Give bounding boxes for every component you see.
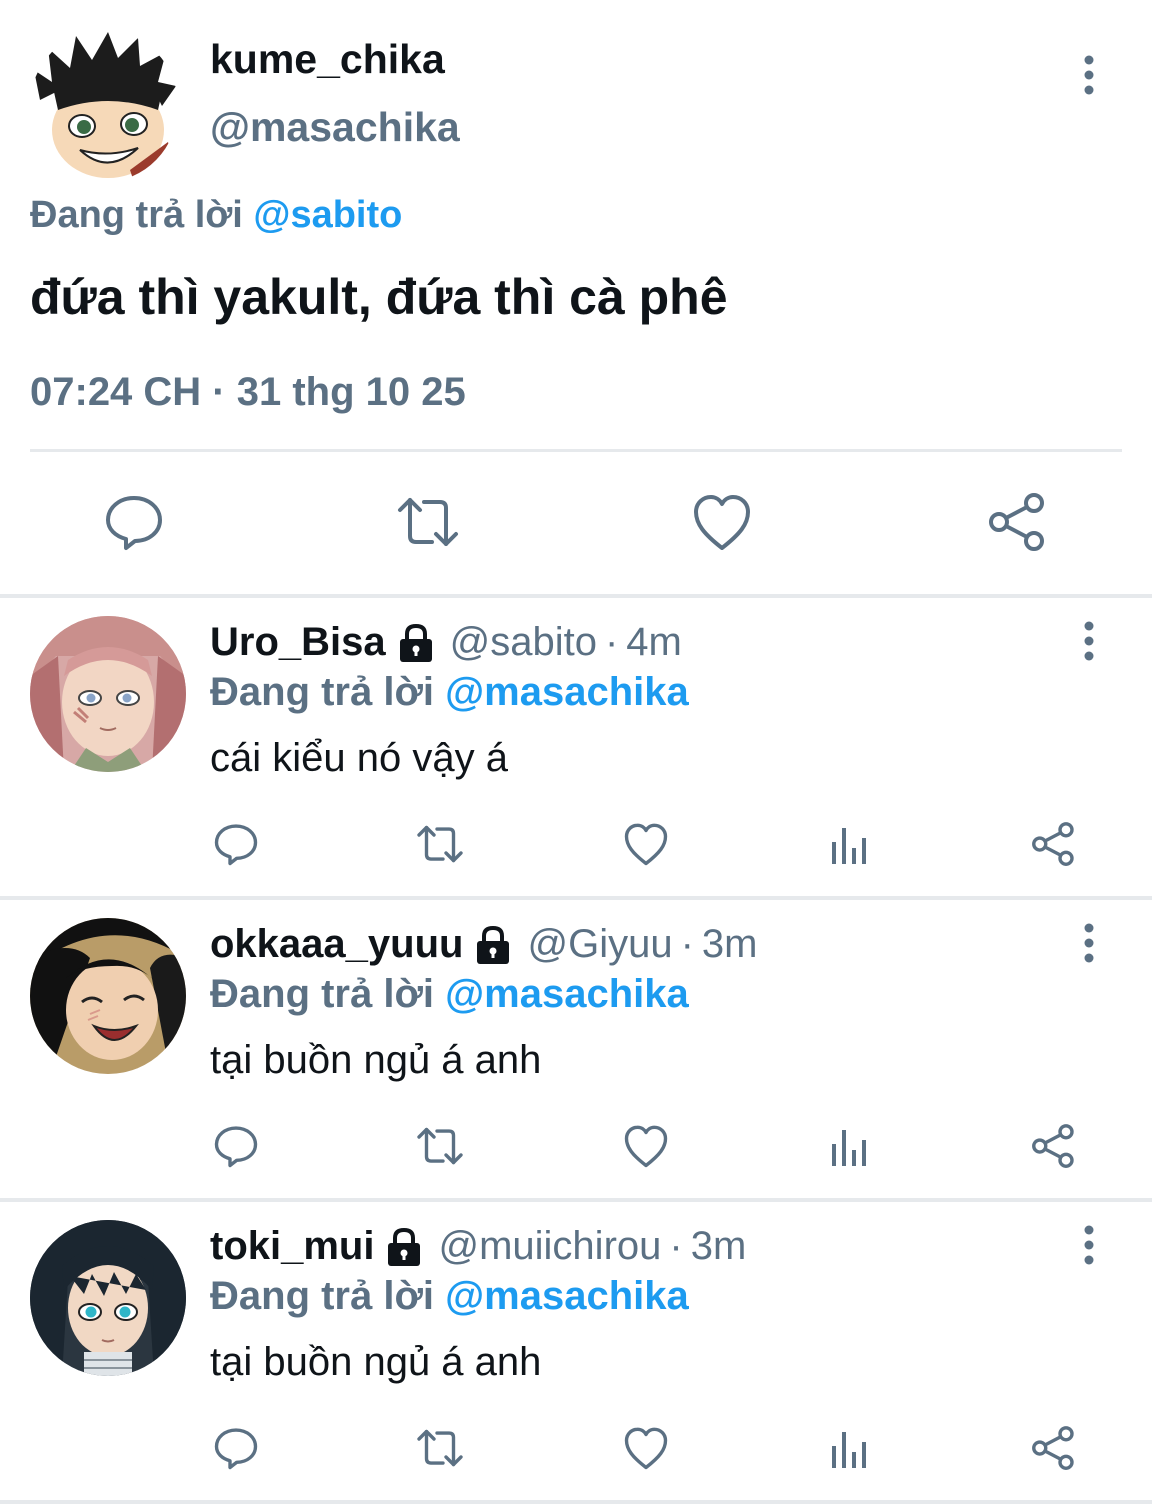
- avatar[interactable]: [30, 918, 186, 1074]
- tweet-text: đứa thì yakult, đứa thì cà phê: [30, 269, 728, 325]
- more-options-icon[interactable]: [1072, 1224, 1106, 1268]
- reply-header: okkaaa_yuuu @Giyuu · 3m: [210, 922, 757, 967]
- reply-actions: [0, 1424, 1152, 1474]
- reply-tweet: toki_mui @muiichirou · 3m Đang trả lời @…: [0, 1202, 1152, 1504]
- divider: [30, 449, 1122, 452]
- replying-prefix: Đang trả lời: [30, 194, 243, 236]
- replying-prefix: Đang trả lời: [210, 972, 435, 1016]
- more-options-icon[interactable]: [1072, 620, 1106, 664]
- like-icon[interactable]: [622, 820, 670, 868]
- main-tweet: kume_chika @masachika Đang trả lời @sabi…: [0, 0, 1152, 598]
- replying-prefix: Đang trả lời: [210, 670, 435, 714]
- replying-to: Đang trả lời @masachika: [210, 972, 689, 1017]
- lock-icon: [394, 621, 438, 665]
- like-icon[interactable]: [622, 1122, 670, 1170]
- mention-link[interactable]: @masachika: [445, 972, 689, 1016]
- reply-actions: [0, 1122, 1152, 1172]
- avatar[interactable]: [30, 30, 178, 182]
- user-handle[interactable]: @Giyuu: [527, 922, 672, 967]
- reply-actions: [0, 820, 1152, 870]
- more-options-icon[interactable]: [1072, 922, 1106, 966]
- share-icon[interactable]: [1030, 820, 1078, 868]
- analytics-icon[interactable]: [826, 1424, 874, 1472]
- reply-time[interactable]: 3m: [702, 922, 758, 967]
- retweet-icon[interactable]: [416, 1424, 464, 1472]
- tweet-actions: [0, 490, 1152, 560]
- like-icon[interactable]: [622, 1424, 670, 1472]
- analytics-icon[interactable]: [826, 820, 874, 868]
- reply-icon[interactable]: [212, 820, 260, 868]
- lock-icon: [471, 923, 515, 967]
- replying-to: Đang trả lời @masachika: [210, 1274, 689, 1319]
- mention-link[interactable]: @masachika: [445, 670, 689, 714]
- share-icon[interactable]: [1030, 1424, 1078, 1472]
- reply-tweet: okkaaa_yuuu @Giyuu · 3m Đang trả lời @ma…: [0, 900, 1152, 1202]
- mention-link[interactable]: @sabito: [253, 194, 402, 236]
- reply-time[interactable]: 3m: [691, 1224, 747, 1269]
- separator: ·: [669, 1224, 683, 1268]
- reply-header: toki_mui @muiichirou · 3m: [210, 1224, 746, 1269]
- display-name[interactable]: toki_mui: [210, 1224, 374, 1269]
- retweet-icon[interactable]: [416, 820, 464, 868]
- avatar[interactable]: [30, 1220, 186, 1376]
- reply-icon[interactable]: [102, 490, 166, 554]
- reply-text: tại buồn ngủ á anh: [210, 1038, 542, 1082]
- reply-text: tại buồn ngủ á anh: [210, 1340, 542, 1384]
- reply-tweet: Uro_Bisa @sabito · 4m Đang trả lời @masa…: [0, 598, 1152, 900]
- replying-to: Đang trả lời @masachika: [210, 670, 689, 715]
- reply-icon[interactable]: [212, 1122, 260, 1170]
- analytics-icon[interactable]: [826, 1122, 874, 1170]
- replying-prefix: Đang trả lời: [210, 1274, 435, 1318]
- user-handle[interactable]: @sabito: [450, 620, 597, 665]
- share-icon[interactable]: [986, 490, 1050, 554]
- reply-icon[interactable]: [212, 1424, 260, 1472]
- display-name[interactable]: kume_chika: [210, 36, 445, 83]
- like-icon[interactable]: [690, 490, 754, 554]
- more-options-icon[interactable]: [1072, 54, 1106, 98]
- tweet-timestamp[interactable]: 07:24 CH · 31 thg 10 25: [30, 370, 466, 415]
- replying-to: Đang trả lời @sabito: [30, 194, 402, 237]
- share-icon[interactable]: [1030, 1122, 1078, 1170]
- user-handle[interactable]: @muiichirou: [438, 1224, 661, 1269]
- display-name[interactable]: okkaaa_yuuu: [210, 922, 463, 967]
- retweet-icon[interactable]: [416, 1122, 464, 1170]
- mention-link[interactable]: @masachika: [445, 1274, 689, 1318]
- lock-icon: [382, 1225, 426, 1269]
- display-name[interactable]: Uro_Bisa: [210, 620, 386, 665]
- retweet-icon[interactable]: [396, 490, 460, 554]
- user-handle[interactable]: @masachika: [210, 104, 460, 151]
- separator: ·: [604, 620, 619, 664]
- reply-text: cái kiểu nó vậy á: [210, 736, 508, 780]
- reply-header: Uro_Bisa @sabito · 4m: [210, 620, 682, 665]
- separator: ·: [680, 922, 694, 966]
- reply-time[interactable]: 4m: [626, 620, 682, 665]
- avatar[interactable]: [30, 616, 186, 772]
